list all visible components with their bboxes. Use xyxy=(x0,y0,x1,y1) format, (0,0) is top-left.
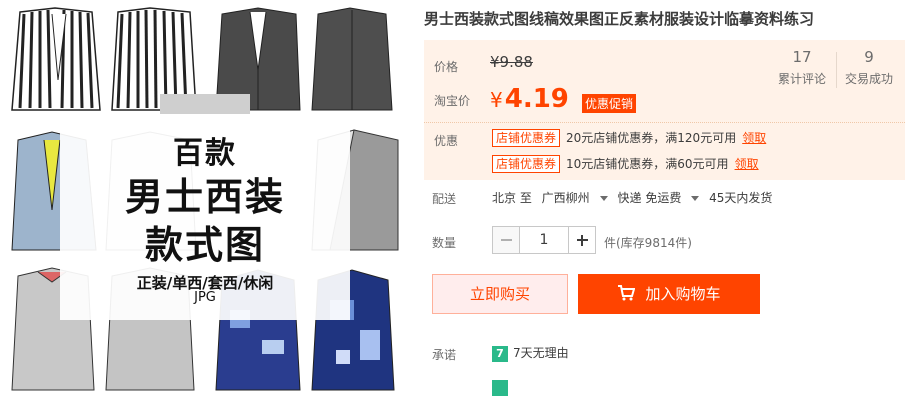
destination-select[interactable]: 广西柳州 xyxy=(542,191,608,205)
add-to-cart-label: 加入购物车 xyxy=(645,285,721,303)
shipping-method-select[interactable]: 快递 免运费 xyxy=(618,191,700,205)
coupon-row: 店铺优惠券 10元店铺优惠券，满60元可用 领取 xyxy=(492,155,759,173)
ship-time: 45天内发货 xyxy=(709,191,773,205)
coupon-tag: 店铺优惠券 xyxy=(492,155,561,173)
claim-coupon-link[interactable]: 领取 xyxy=(735,157,759,171)
promo-badge: 优惠促销 xyxy=(582,94,637,113)
suit-sketch-dark-back xyxy=(311,7,393,111)
stock-info: 件(库存9814件) xyxy=(604,236,692,250)
promo-price-value: 4.19 xyxy=(504,84,569,114)
coupon-label: 优惠 xyxy=(434,134,459,148)
ship-from: 北京 至 xyxy=(492,191,532,205)
seven-day-return-icon: 7 xyxy=(492,345,508,362)
claim-coupon-link[interactable]: 领取 xyxy=(742,131,766,145)
quantity-increase-button[interactable] xyxy=(568,226,596,254)
deals-stat: 9 交易成功 xyxy=(834,48,904,87)
deals-count: 9 xyxy=(864,48,874,66)
coupon-text: 20元店铺优惠券，满120元可用 xyxy=(566,131,737,145)
add-to-cart-button[interactable]: 加入购物车 xyxy=(578,274,760,314)
quantity-input[interactable] xyxy=(519,226,569,254)
promise-label: 承诺 xyxy=(432,348,457,362)
currency-symbol: ¥ xyxy=(490,88,503,112)
cover-headline-3: 款式图 xyxy=(144,223,265,267)
shipping-method-value: 快递 免运费 xyxy=(617,191,682,205)
coupon-section: 优惠 店铺优惠券 20元店铺优惠券，满120元可用 领取 店铺优惠券 10元店铺优惠券… xyxy=(424,122,905,180)
coupon-row: 店铺优惠券 20元店铺优惠券，满120元可用 领取 xyxy=(492,129,766,147)
quantity-label: 数量 xyxy=(432,236,457,250)
buy-now-button[interactable]: 立即购买 xyxy=(432,274,568,314)
reviews-count: 17 xyxy=(792,48,812,66)
original-price: ¥9.88 xyxy=(490,53,533,71)
suit-sketch-striped-left xyxy=(11,7,101,111)
taobao-price-label: 淘宝价 xyxy=(434,94,471,108)
cover-format: JPG xyxy=(194,290,216,305)
destination-value: 广西柳州 xyxy=(541,191,590,205)
promo-price: ¥4.19 xyxy=(490,84,569,114)
price-panel: 价格 ¥9.88 淘宝价 ¥4.19 优惠促销 17 累计评论 9 交易成功 优… xyxy=(424,40,905,180)
product-title: 男士西装款式图线稿效果图正反素材服装设计临摹资料练习 xyxy=(424,10,815,28)
reviews-stat[interactable]: 17 累计评论 xyxy=(767,48,837,87)
payment-icon xyxy=(492,380,508,396)
cart-icon xyxy=(618,285,636,301)
chevron-down-icon xyxy=(599,196,608,201)
product-main-image[interactable]: 百款 男士西装 款式图 正装/单西/套西/休闲 JPG xyxy=(0,0,410,406)
promise-item[interactable]: 7 7天无理由 xyxy=(492,344,569,362)
promise-text: 7天无理由 xyxy=(513,346,569,360)
delivery-info: 北京 至 广西柳州 快递 免运费 45天内发货 xyxy=(492,189,778,206)
reviews-label: 累计评论 xyxy=(777,72,826,86)
cover-headline-2: 男士西装 xyxy=(124,175,285,219)
price-label: 价格 xyxy=(434,60,459,74)
chevron-down-icon xyxy=(691,196,700,201)
quantity-decrease-button[interactable] xyxy=(492,226,520,254)
coupon-tag: 店铺优惠券 xyxy=(492,129,561,147)
blurred-watermark xyxy=(160,94,250,114)
delivery-label: 配送 xyxy=(432,192,457,206)
deals-label: 交易成功 xyxy=(844,72,893,86)
coupon-text: 10元店铺优惠券，满60元可用 xyxy=(566,157,729,171)
